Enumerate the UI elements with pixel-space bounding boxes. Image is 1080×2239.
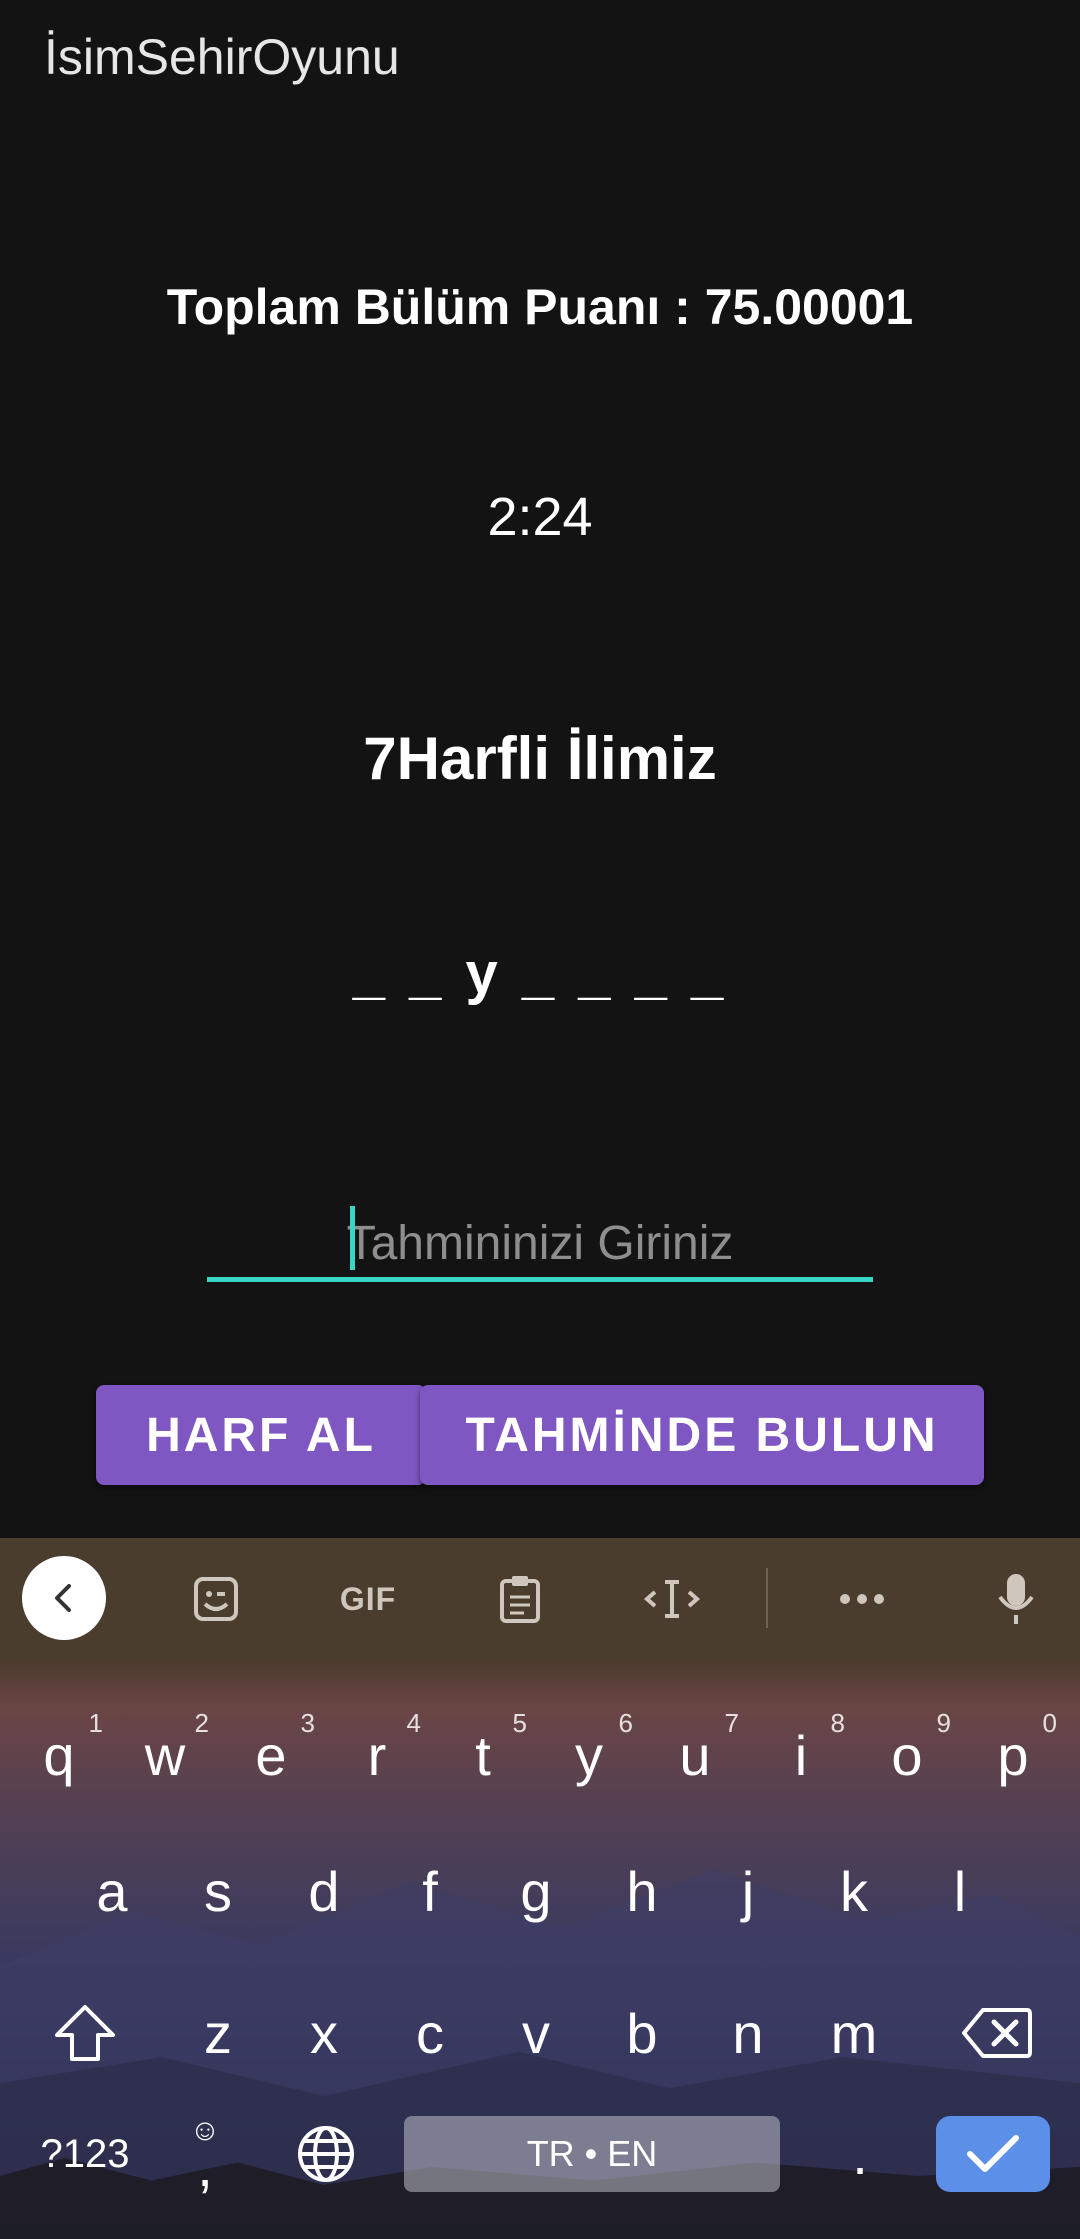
key-hint: 1 xyxy=(88,1708,103,1738)
text-caret xyxy=(350,1206,355,1270)
key-p[interactable]: p0 xyxy=(963,1700,1063,1810)
key-hint: 2 xyxy=(194,1708,209,1738)
key-r[interactable]: r4 xyxy=(327,1700,427,1810)
key-label: p xyxy=(997,1723,1029,1787)
key-hint: 8 xyxy=(830,1708,845,1738)
keyboard-toolbar: GIF xyxy=(0,1538,1080,1658)
backspace-icon[interactable] xyxy=(944,1978,1050,2088)
key-y[interactable]: y6 xyxy=(539,1700,639,1810)
key-i[interactable]: i8 xyxy=(751,1700,851,1810)
harf-al-button[interactable]: HARF AL xyxy=(96,1385,426,1485)
key-t[interactable]: t5 xyxy=(433,1700,533,1810)
sticker-icon[interactable] xyxy=(176,1562,256,1636)
key-n[interactable]: n xyxy=(698,1978,798,2088)
text-cursor-icon[interactable] xyxy=(632,1562,712,1636)
space-bar[interactable]: TR • EN xyxy=(404,2116,780,2192)
key-label: y xyxy=(575,1723,603,1787)
key-label: u xyxy=(679,1723,711,1787)
key-z[interactable]: z xyxy=(168,1978,268,2088)
key-f[interactable]: f xyxy=(380,1836,480,1946)
key-a[interactable]: a xyxy=(62,1836,162,1946)
globe-icon[interactable] xyxy=(276,2114,376,2194)
key-o[interactable]: o9 xyxy=(857,1700,957,1810)
comma-label: , xyxy=(197,2135,213,2198)
clipboard-icon[interactable] xyxy=(480,1562,560,1636)
soft-keyboard: GIF q1 w2 e3 r4 t5 y6 u7 i8 o9 p0 a s d … xyxy=(0,1538,1080,2239)
mic-icon[interactable] xyxy=(976,1562,1056,1636)
key-s[interactable]: s xyxy=(168,1836,268,1946)
hint-label: 7Harfli İlimiz xyxy=(363,725,717,792)
key-w[interactable]: w2 xyxy=(115,1700,215,1810)
key-hint: 5 xyxy=(512,1708,527,1738)
key-label: o xyxy=(891,1723,923,1787)
timer-label: 2:24 xyxy=(487,487,593,547)
key-g[interactable]: g xyxy=(486,1836,586,1946)
key-k[interactable]: k xyxy=(804,1836,904,1946)
key-hint: 7 xyxy=(724,1708,739,1738)
key-j[interactable]: j xyxy=(698,1836,798,1946)
tahminde-bulun-button[interactable]: TAHMİNDE BULUN xyxy=(420,1385,984,1485)
key-label: r xyxy=(367,1723,387,1787)
key-d[interactable]: d xyxy=(274,1836,374,1946)
toolbar-divider xyxy=(766,1568,768,1628)
key-hint: 0 xyxy=(1042,1708,1057,1738)
key-hint: 6 xyxy=(618,1708,633,1738)
key-v[interactable]: v xyxy=(486,1978,586,2088)
key-q[interactable]: q1 xyxy=(9,1700,109,1810)
period-key[interactable]: . xyxy=(810,2114,910,2194)
key-hint: 3 xyxy=(300,1708,315,1738)
enter-check-icon[interactable] xyxy=(936,2116,1050,2192)
key-label: e xyxy=(255,1723,287,1787)
guess-input[interactable] xyxy=(207,1200,873,1277)
guess-field[interactable] xyxy=(207,1200,873,1282)
score-label: Toplam Bülüm Puanı : 75.00001 xyxy=(166,279,914,335)
key-label: t xyxy=(475,1723,491,1787)
key-m[interactable]: m xyxy=(804,1978,904,2088)
comma-key[interactable]: ☺ , xyxy=(170,2114,240,2198)
key-e[interactable]: e3 xyxy=(221,1700,321,1810)
gif-button[interactable]: GIF xyxy=(328,1562,408,1636)
key-h[interactable]: h xyxy=(592,1836,692,1946)
gif-label: GIF xyxy=(339,1580,397,1617)
key-l[interactable]: l xyxy=(910,1836,1010,1946)
key-hint: 4 xyxy=(406,1708,421,1738)
key-label: q xyxy=(43,1723,75,1787)
shift-icon[interactable] xyxy=(35,1978,135,2088)
more-icon[interactable] xyxy=(822,1562,902,1636)
key-label: i xyxy=(794,1723,808,1787)
back-icon[interactable] xyxy=(22,1556,106,1640)
key-hint: 9 xyxy=(936,1708,951,1738)
app-screen: İsimSehirOyunu Toplam Bülüm Puanı : 75.0… xyxy=(0,0,1080,1538)
key-u[interactable]: u7 xyxy=(645,1700,745,1810)
key-x[interactable]: x xyxy=(274,1978,374,2088)
symbols-key[interactable]: ?123 xyxy=(30,2114,140,2194)
key-b[interactable]: b xyxy=(592,1978,692,2088)
key-c[interactable]: c xyxy=(380,1978,480,2088)
app-title: İsimSehirOyunu xyxy=(44,29,400,85)
key-label: w xyxy=(144,1723,186,1787)
word-pattern: _ _ y _ _ _ _ xyxy=(352,941,728,1006)
